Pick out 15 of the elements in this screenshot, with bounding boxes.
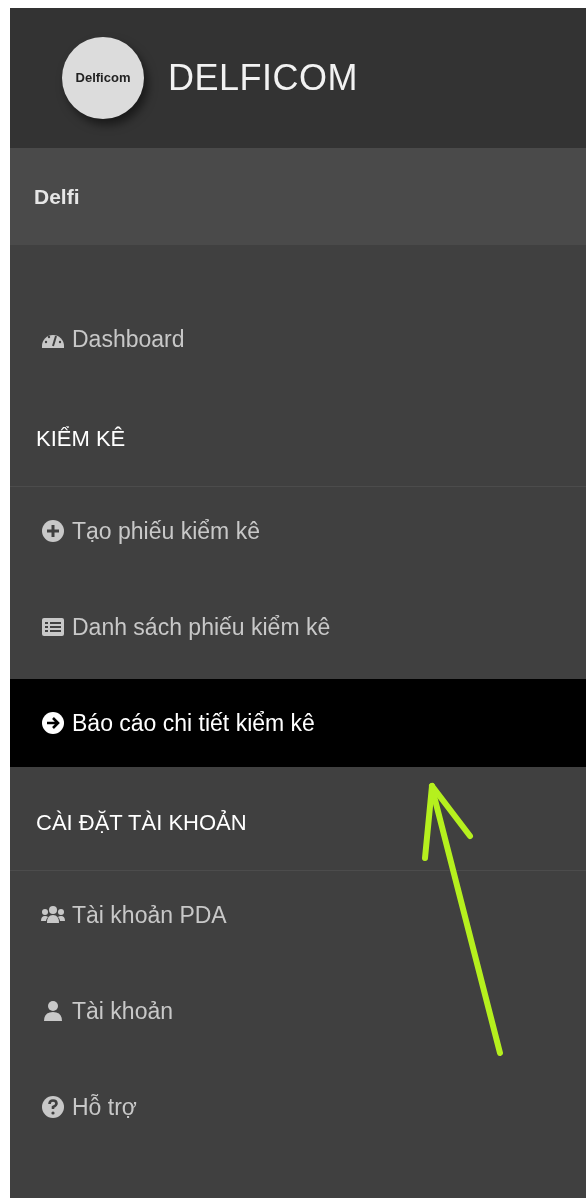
menu-item[interactable]: Tạo phiếu kiểm kê xyxy=(10,487,586,575)
section-heading: CÀI ĐẶT TÀI KHOẢN xyxy=(10,775,586,871)
app-title: DELFICOM xyxy=(168,56,358,100)
menu-item[interactable]: Tài khoản xyxy=(10,967,586,1055)
logo: Delficom xyxy=(62,37,144,119)
menu-item[interactable]: Tài khoản PDA xyxy=(10,871,586,959)
menu-item[interactable]: Hỗ trợ xyxy=(10,1063,586,1151)
section-heading: KIỂM KÊ xyxy=(10,391,586,487)
user-name: Delfi xyxy=(34,183,80,210)
menu-item[interactable]: Báo cáo chi tiết kiểm kê xyxy=(10,679,586,767)
menu-item[interactable]: Dashboard xyxy=(10,295,586,383)
question-circle-icon xyxy=(40,1094,66,1120)
arrow-circle-icon xyxy=(40,710,66,736)
menu-item[interactable]: Danh sách phiếu kiểm kê xyxy=(10,583,586,671)
plus-circle-icon xyxy=(40,518,66,544)
